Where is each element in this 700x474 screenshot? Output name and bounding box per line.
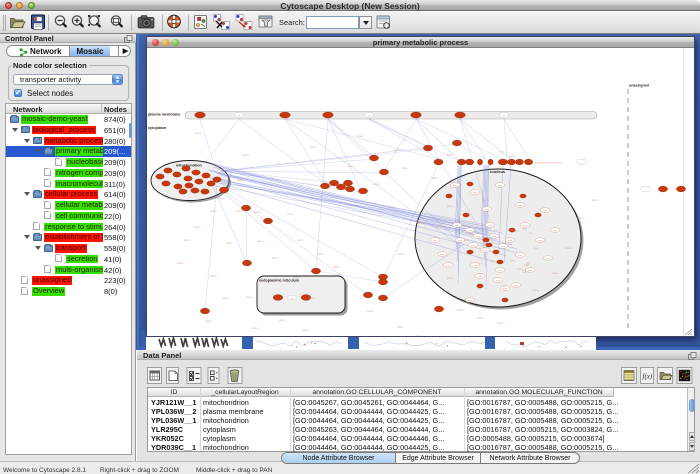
svg-text:xxx-x: xxx-x	[287, 212, 294, 216]
svg-text:x-x: x-x	[469, 232, 473, 236]
svg-text:xxx-x: xxx-x	[482, 198, 489, 202]
svg-text:x-x: x-x	[515, 229, 519, 233]
svg-text:x-x: x-x	[523, 226, 527, 230]
svg-text:xxx-x: xxx-x	[210, 274, 217, 278]
svg-text:x-x: x-x	[479, 261, 483, 265]
svg-text:xxx-x: xxx-x	[447, 204, 454, 208]
svg-text:xxx-x: xxx-x	[552, 271, 559, 275]
svg-text:xxx-xxxx-xx-xxx-xx-xxx: xxx-xxxx-xx-xxx-xx-xxx	[535, 162, 562, 165]
svg-text:xxx-x: xxx-x	[184, 238, 191, 242]
svg-text:xxx-x: xxx-x	[194, 225, 201, 229]
svg-text:xxx-x: xxx-x	[443, 289, 450, 293]
svg-text:x-x: x-x	[478, 256, 482, 260]
svg-text:xxx-x: xxx-x	[272, 256, 279, 260]
svg-text:xxx-x: xxx-x	[317, 252, 324, 256]
svg-text:xxx-x: xxx-x	[509, 154, 516, 158]
svg-text:xxx-x: xxx-x	[302, 328, 309, 332]
svg-text:xxx-x: xxx-x	[457, 308, 464, 312]
svg-text:x-x: x-x	[517, 267, 521, 271]
svg-text:xxx-x: xxx-x	[437, 224, 444, 228]
svg-text:x-x: x-x	[511, 259, 515, 263]
svg-text:plasma membrane: plasma membrane	[148, 113, 180, 117]
svg-text:xxx-x: xxx-x	[417, 221, 424, 225]
svg-text:x-x: x-x	[479, 243, 483, 247]
svg-text:xxx-x: xxx-x	[398, 252, 405, 256]
svg-text:x-x: x-x	[494, 228, 498, 232]
svg-text:xxx-x: xxx-x	[397, 325, 404, 329]
svg-text:unassigned: unassigned	[629, 84, 649, 88]
svg-text:x-x: x-x	[488, 235, 492, 239]
svg-text:f(x): f(x)	[643, 373, 653, 381]
svg-text:xxx-x: xxx-x	[226, 241, 233, 245]
svg-text:nucleus: nucleus	[490, 169, 506, 174]
svg-text:xxx-x: xxx-x	[177, 261, 184, 265]
svg-text:xxx-x: xxx-x	[257, 239, 264, 243]
svg-text:xxx-x: xxx-x	[415, 334, 422, 336]
svg-text:xxx-x: xxx-x	[310, 145, 317, 149]
svg-text:xxx-x: xxx-x	[222, 296, 229, 300]
svg-text:xxx-x: xxx-x	[447, 153, 454, 157]
svg-text:xxx-x: xxx-x	[167, 196, 174, 200]
svg-text:xxx-x: xxx-x	[497, 321, 504, 325]
svg-text:xxx-x: xxx-x	[297, 238, 304, 242]
svg-text:xxx-x: xxx-x	[246, 295, 253, 299]
svg-text:x-x: x-x	[490, 259, 494, 263]
svg-text:xxx-x: xxx-x	[252, 326, 259, 330]
svg-text:xxx-x: xxx-x	[577, 216, 584, 220]
svg-text:x_x: x_x	[499, 150, 504, 154]
svg-text:xxx-x: xxx-x	[532, 288, 539, 292]
svg-text:x-x: x-x	[529, 231, 533, 235]
svg-text:xxx-x: xxx-x	[333, 265, 340, 269]
svg-text:xxx-x: xxx-x	[243, 153, 250, 157]
svg-text:x-x: x-x	[510, 228, 514, 232]
svg-text:xxx-x: xxx-x	[195, 131, 202, 135]
svg-text:x-x: x-x	[527, 261, 531, 265]
svg-text:xxx-x: xxx-x	[279, 318, 286, 322]
svg-text:xxx-x: xxx-x	[309, 296, 316, 300]
svg-text:xxx-x: xxx-x	[389, 205, 396, 209]
svg-text:xxx-x: xxx-x	[592, 198, 599, 202]
svg-text:xxx-x: xxx-x	[236, 209, 243, 213]
svg-text:x-x: x-x	[534, 246, 538, 250]
svg-text:xxx-x: xxx-x	[293, 275, 300, 279]
svg-text:xxx-x: xxx-x	[357, 134, 364, 138]
svg-text:xxx-x: xxx-x	[432, 176, 439, 180]
svg-text:xxx-x: xxx-x	[373, 182, 380, 186]
svg-text:xxx-x: xxx-x	[348, 164, 355, 168]
svg-text:x-x: x-x	[502, 284, 506, 288]
svg-text:cytoplasm: cytoplasm	[148, 126, 167, 130]
svg-text:xxx-x: xxx-x	[188, 200, 195, 204]
svg-text:xxx-x: xxx-x	[254, 210, 261, 214]
svg-text:xxx-x: xxx-x	[447, 276, 454, 280]
svg-text:xxx-x: xxx-x	[565, 246, 572, 250]
svg-text:xxx-x: xxx-x	[393, 148, 400, 152]
svg-text:xxx-x: xxx-x	[210, 209, 217, 213]
svg-text:x-x: x-x	[464, 238, 468, 242]
svg-text:xxx-x: xxx-x	[402, 166, 409, 170]
svg-text:endoplasmic reticulum: endoplasmic reticulum	[259, 279, 300, 283]
svg-text:xxx-x: xxx-x	[477, 316, 484, 320]
svg-text:x-x: x-x	[483, 239, 487, 243]
svg-text:xxx-x: xxx-x	[205, 319, 212, 323]
svg-text:xxx-x: xxx-x	[237, 178, 244, 182]
svg-text:xxx-x: xxx-x	[367, 309, 374, 313]
svg-text:x-x: x-x	[523, 270, 527, 274]
svg-text:xxx-x: xxx-x	[217, 196, 224, 200]
